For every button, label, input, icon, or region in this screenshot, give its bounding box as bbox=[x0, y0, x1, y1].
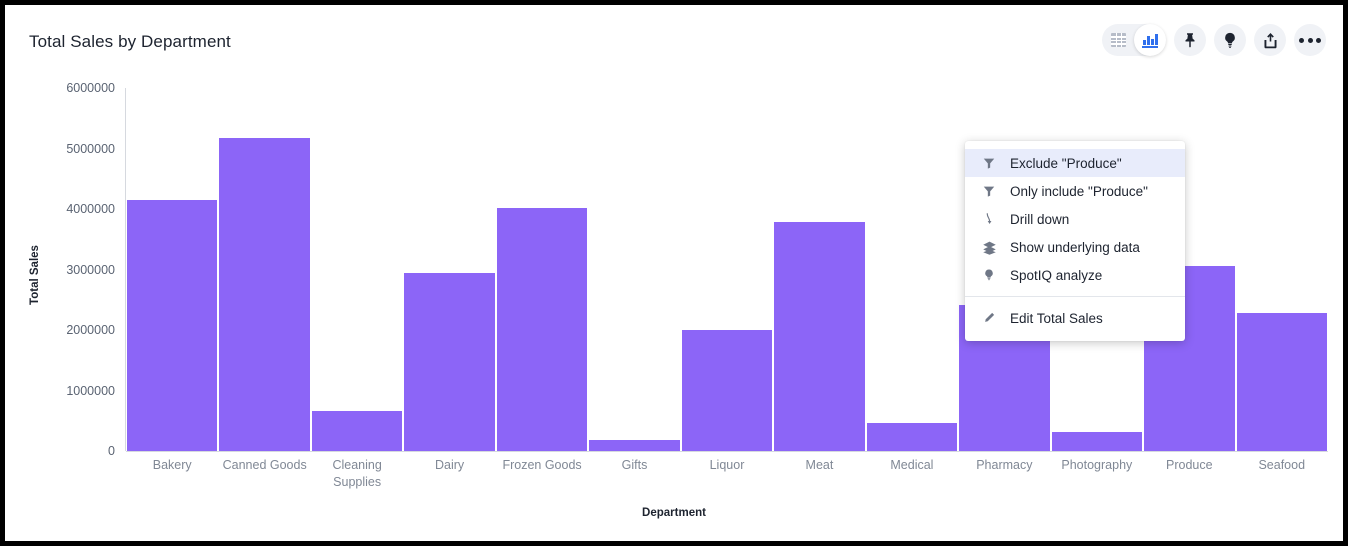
x-axis-tick-label[interactable]: Liquor bbox=[681, 457, 773, 474]
context-menu-item[interactable]: Only include "Produce" bbox=[965, 177, 1185, 205]
drill-down-icon bbox=[979, 211, 999, 227]
menu-divider bbox=[965, 296, 1185, 297]
bar[interactable] bbox=[403, 273, 496, 451]
pin-icon bbox=[1185, 33, 1195, 48]
more-button[interactable] bbox=[1294, 24, 1326, 56]
context-menu-item-label: SpotIQ analyze bbox=[1010, 267, 1103, 283]
lightbulb-icon bbox=[1225, 32, 1235, 48]
x-axis-tick-label[interactable]: Medical bbox=[866, 457, 958, 474]
context-menu-footer: Edit Total Sales bbox=[965, 304, 1185, 341]
x-axis-tick-label[interactable]: Gifts bbox=[588, 457, 680, 474]
bar[interactable] bbox=[588, 440, 681, 451]
x-axis-tick-label[interactable]: Meat bbox=[773, 457, 865, 474]
layers-icon bbox=[979, 239, 999, 255]
toolbar bbox=[1102, 24, 1326, 56]
bar[interactable] bbox=[310, 411, 404, 451]
chart-view-icon[interactable] bbox=[1134, 24, 1166, 56]
filter-icon bbox=[979, 155, 999, 171]
x-axis-tick-label[interactable]: Produce bbox=[1143, 457, 1235, 474]
bar-chart-icon bbox=[1142, 33, 1158, 48]
pencil-icon bbox=[979, 310, 999, 326]
y-axis-tick-label: 6000000 bbox=[66, 81, 115, 95]
lightbulb-icon bbox=[979, 267, 999, 283]
x-axis-tick-label[interactable]: Canned Goods bbox=[218, 457, 310, 474]
context-menu-item[interactable]: Show underlying data bbox=[965, 233, 1185, 261]
share-button[interactable] bbox=[1254, 24, 1286, 56]
bar[interactable] bbox=[126, 199, 219, 451]
chart-card: Total Sales by Department 0 1000000 2000… bbox=[0, 0, 1348, 546]
table-icon bbox=[1110, 33, 1126, 47]
context-menu-item[interactable]: Edit Total Sales bbox=[965, 304, 1185, 332]
x-axis-title: Department bbox=[642, 507, 706, 519]
bar[interactable] bbox=[865, 423, 959, 451]
more-icon bbox=[1299, 37, 1321, 43]
x-axis-tick-label[interactable]: Seafood bbox=[1236, 457, 1328, 474]
y-axis-tick-label: 3000000 bbox=[66, 262, 115, 277]
page-title: Total Sales by Department bbox=[29, 32, 231, 51]
context-menu-item-label: Drill down bbox=[1010, 211, 1070, 227]
x-axis-tick-label[interactable]: Pharmacy bbox=[958, 457, 1050, 474]
context-menu-items: Exclude "Produce" Only include "Produce" D… bbox=[965, 149, 1185, 289]
bar[interactable] bbox=[218, 138, 311, 451]
view-toggle[interactable] bbox=[1102, 24, 1166, 56]
pin-button[interactable] bbox=[1174, 24, 1206, 56]
table-view-icon[interactable] bbox=[1102, 24, 1134, 56]
context-menu-item-label: Only include "Produce" bbox=[1010, 183, 1148, 199]
x-axis-tick-label[interactable]: Frozen Goods bbox=[496, 457, 588, 474]
y-axis-tick-label: 2000000 bbox=[66, 323, 115, 337]
x-axis-tick-label[interactable]: Dairy bbox=[403, 457, 495, 474]
x-axis-line bbox=[126, 451, 1328, 452]
y-axis-tick-label: 5000000 bbox=[66, 141, 115, 156]
x-axis-tick-label[interactable]: Photography bbox=[1051, 457, 1143, 474]
context-menu-item[interactable]: Drill down bbox=[965, 205, 1185, 233]
context-menu-item[interactable]: SpotIQ analyze bbox=[965, 261, 1185, 289]
context-menu-item-label: Show underlying data bbox=[1010, 239, 1140, 255]
bar[interactable] bbox=[680, 330, 774, 451]
bar[interactable] bbox=[1235, 313, 1328, 451]
context-menu[interactable]: Exclude "Produce" Only include "Produce" D… bbox=[965, 141, 1185, 341]
x-axis-tick-label[interactable]: Bakery bbox=[126, 457, 218, 474]
y-axis-tick-label: 1000000 bbox=[66, 383, 115, 398]
bar[interactable] bbox=[773, 221, 866, 451]
bar[interactable] bbox=[1050, 431, 1144, 451]
context-menu-item-label: Edit Total Sales bbox=[1010, 310, 1103, 326]
spotiq-button[interactable] bbox=[1214, 24, 1246, 56]
share-icon bbox=[1263, 32, 1277, 48]
filter-icon bbox=[979, 183, 999, 199]
x-axis-tick-label[interactable]: Cleaning Supplies bbox=[311, 457, 403, 491]
y-axis-tick-label: 4000000 bbox=[66, 202, 115, 216]
bar[interactable] bbox=[495, 208, 589, 451]
context-menu-item-label: Exclude "Produce" bbox=[1010, 155, 1122, 171]
context-menu-item[interactable]: Exclude "Produce" bbox=[965, 149, 1185, 177]
y-axis-tick-label: 0 bbox=[108, 444, 115, 458]
y-axis-title: Total Sales bbox=[29, 245, 41, 305]
